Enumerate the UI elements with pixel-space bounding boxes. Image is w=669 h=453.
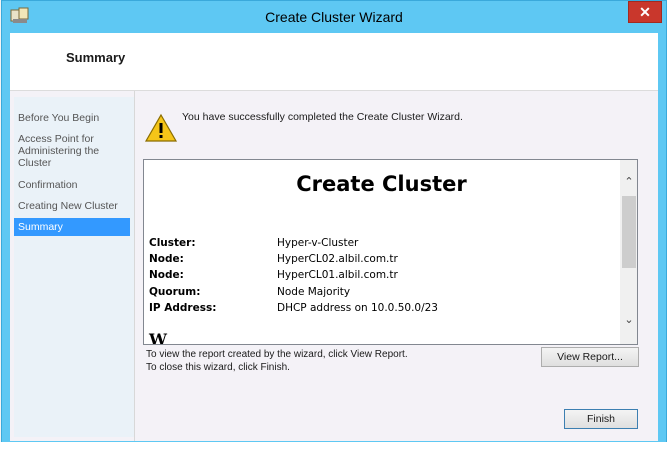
report-next-heading: W (149, 330, 167, 345)
scroll-down-icon[interactable]: ⌄ (620, 310, 637, 328)
hint-view-report: To view the report created by the wizard… (146, 349, 408, 360)
report-label: IP Address: (149, 302, 217, 314)
success-message: You have successfully completed the Crea… (182, 111, 463, 123)
wizard-window: Create Cluster Wizard ✕ Summary Before Y… (1, 0, 667, 448)
nav-item-access-point[interactable]: Access Point for Administering the Clust… (14, 133, 114, 169)
report-value: HyperCL01.albil.com.tr (277, 269, 398, 281)
wizard-client-area: Summary Before You Begin Access Point fo… (10, 33, 658, 441)
nav-item-summary[interactable]: Summary (14, 218, 130, 236)
page-title: Summary (66, 50, 126, 65)
report-title: Create Cluster (296, 172, 467, 196)
scroll-thumb[interactable] (622, 196, 636, 268)
report-label: Cluster: (149, 237, 196, 249)
report-value: DHCP address on 10.0.50.0/23 (277, 302, 438, 314)
title-bar[interactable]: Create Cluster Wizard ✕ (2, 1, 666, 33)
report-view[interactable]: Create Cluster Cluster: Hyper-v-Cluster … (143, 159, 638, 345)
warning-icon (144, 113, 178, 142)
desktop-background-bottom (0, 442, 669, 453)
report-value: Hyper-v-Cluster (277, 237, 359, 249)
close-button[interactable]: ✕ (628, 1, 662, 23)
wizard-step-list: Before You Begin Access Point for Admini… (14, 97, 134, 437)
view-report-button[interactable]: View Report... (541, 347, 639, 367)
window-title: Create Cluster Wizard (265, 9, 403, 25)
report-scrollbar[interactable]: ⌃ ⌄ (620, 160, 637, 344)
report-label: Quorum: (149, 286, 201, 298)
report-label: Node: (149, 253, 184, 265)
nav-item-creating-new-cluster[interactable]: Creating New Cluster (14, 200, 130, 212)
report-value: HyperCL02.albil.com.tr (277, 253, 398, 265)
nav-divider (134, 91, 135, 441)
nav-item-confirmation[interactable]: Confirmation (14, 179, 130, 191)
wizard-header: Summary (10, 33, 658, 91)
hint-finish: To close this wizard, click Finish. (146, 362, 290, 373)
nav-item-before-you-begin[interactable]: Before You Begin (14, 112, 130, 124)
report-label: Node: (149, 269, 184, 281)
report-value: Node Majority (277, 286, 351, 298)
scroll-up-icon[interactable]: ⌃ (620, 172, 637, 190)
finish-button[interactable]: Finish (564, 409, 638, 429)
